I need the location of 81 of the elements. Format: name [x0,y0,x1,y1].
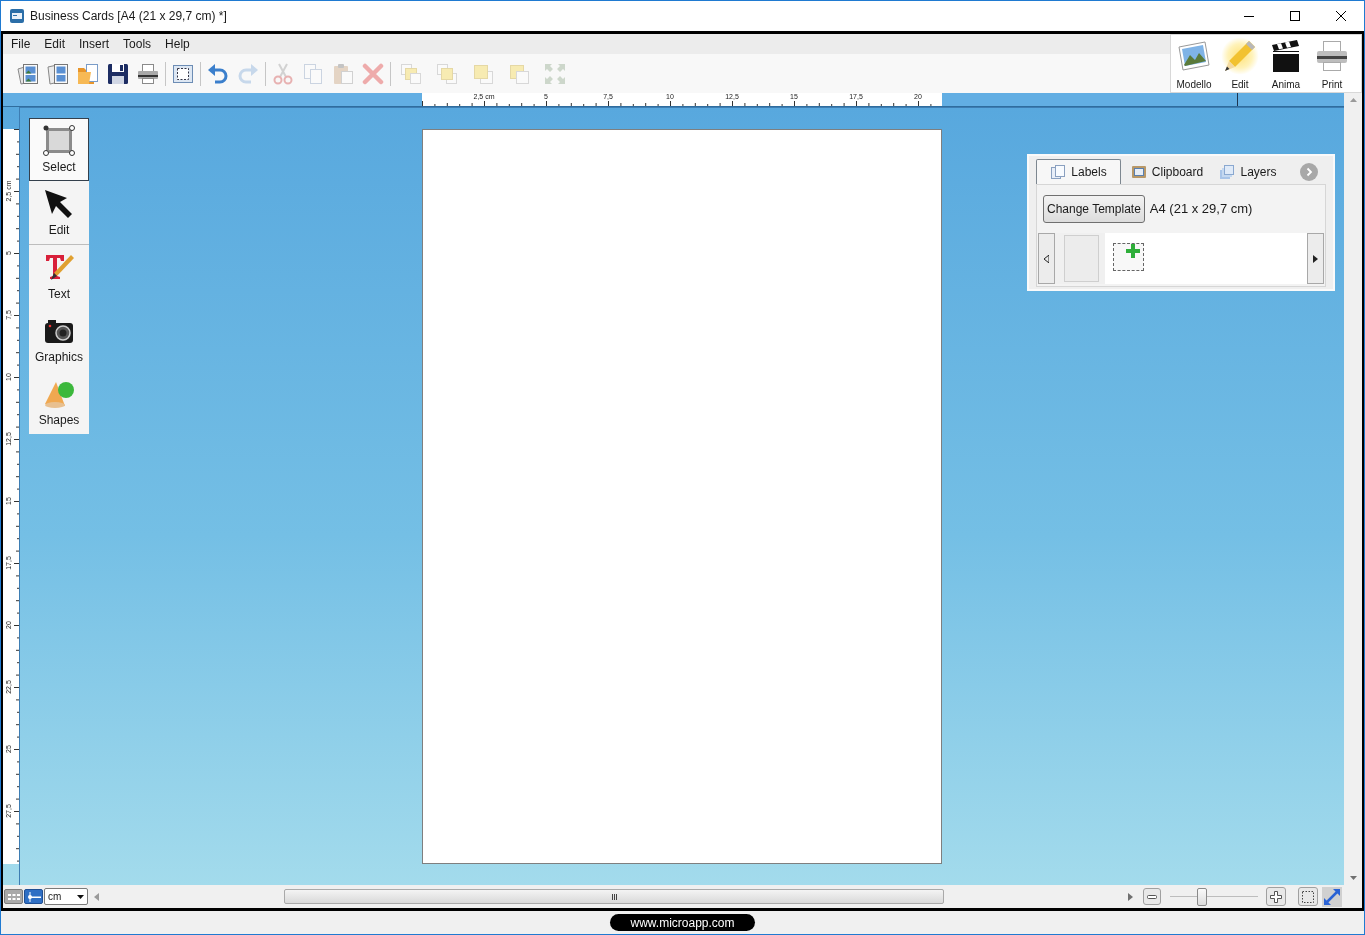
caret-right-icon [1313,254,1318,263]
dashed-square-icon [1302,890,1314,903]
tool-button[interactable]: Edit [29,181,89,244]
layers-icon [1219,163,1236,180]
menu-item[interactable]: File [4,34,38,54]
photo-stack-icon [17,62,39,85]
photo-pages-icon [47,62,69,85]
scroll-right-button[interactable] [1128,892,1133,901]
landscape-photo-icon [1177,39,1211,73]
fit-page-button[interactable] [1298,887,1318,906]
grip-icon [611,893,617,900]
chevron-right-icon [1300,162,1318,181]
fullscreen-button[interactable] [1322,886,1342,907]
mode-button[interactable]: Modello [1171,35,1217,92]
tool-button[interactable]: Shapes [29,371,89,434]
caret-left-icon [1044,254,1049,263]
tool-button[interactable]: Select [29,118,89,181]
slider-thumb[interactable] [1197,887,1208,906]
tool-button[interactable]: Text [29,245,89,308]
plus-icon [1270,890,1282,903]
delete-icon [362,62,384,85]
menu-item[interactable]: Tools [116,34,159,54]
redo-icon [237,62,259,85]
mode-button[interactable]: Print [1309,35,1355,92]
caret-down-icon [1349,876,1357,880]
unit-dropdown[interactable]: cm [44,888,88,905]
tool-button[interactable]: Graphics [29,308,89,371]
window-title: Business Cards [A4 (21 x 29,7 cm) *] [30,8,227,25]
folder-icon [77,62,99,85]
zoom-in-button[interactable] [1266,887,1286,906]
scroll-left-button[interactable] [1038,233,1055,284]
caret-up-icon [1349,98,1357,102]
pencil-icon [1223,39,1257,73]
zoom-out-button[interactable] [1143,888,1161,905]
panel-tab[interactable]: Layers [1213,159,1283,184]
website-link[interactable]: www.microapp.com [610,914,755,931]
caret-right-icon [1128,892,1133,901]
printer-icon [1315,39,1349,73]
caret-down-icon [77,894,84,899]
selection-frame-icon [43,125,75,157]
view-toggle-button[interactable] [4,889,23,904]
label-thumbnail[interactable] [1055,233,1105,284]
close-icon [1336,11,1346,21]
printer-icon [137,62,159,85]
stacked-squares-icon [472,62,494,85]
minus-icon [1147,894,1157,899]
menu-item[interactable]: Edit [37,34,73,54]
view-toggle-button[interactable] [24,889,43,904]
clipboard-icon [1130,163,1147,180]
minimize-icon [1244,15,1254,17]
panel-tab[interactable]: Clipboard [1121,159,1213,184]
scroll-right-button[interactable] [1307,233,1324,284]
panel-tab[interactable]: Labels [1036,159,1121,184]
paste-icon [332,62,354,85]
app-icon [10,9,24,23]
scissors-icon [272,62,294,85]
maximize-icon [1290,11,1300,21]
stacked-squares-icon [436,62,458,85]
dashed-frame-icon [172,62,194,85]
menu-item[interactable]: Insert [72,34,117,54]
caret-left-icon [94,892,99,901]
pages-icon [1050,164,1067,180]
scrollbar-thumb[interactable] [284,889,944,904]
mode-button[interactable]: Anima [1263,35,1309,92]
ruler-toggle-icon [25,890,42,903]
save-icon [107,62,129,85]
diagonal-arrows-icon [1323,887,1341,906]
stacked-squares-icon [508,62,530,85]
change-template-button[interactable]: Change Template [1043,195,1145,223]
four-arrows-icon [544,62,566,85]
zoom-slider[interactable] [1170,886,1258,907]
undo-icon [207,62,229,85]
arrow-cursor-icon [43,188,75,220]
stacked-squares-icon [400,62,422,85]
add-label-button[interactable] [1113,243,1144,271]
copy-icon [302,62,324,85]
menu-item[interactable]: Help [158,34,197,54]
next-button[interactable] [1300,162,1318,181]
scroll-left-button[interactable] [94,892,99,901]
template-name: A4 (21 x 29,7 cm) [1149,200,1253,219]
plus-icon [1126,244,1140,258]
